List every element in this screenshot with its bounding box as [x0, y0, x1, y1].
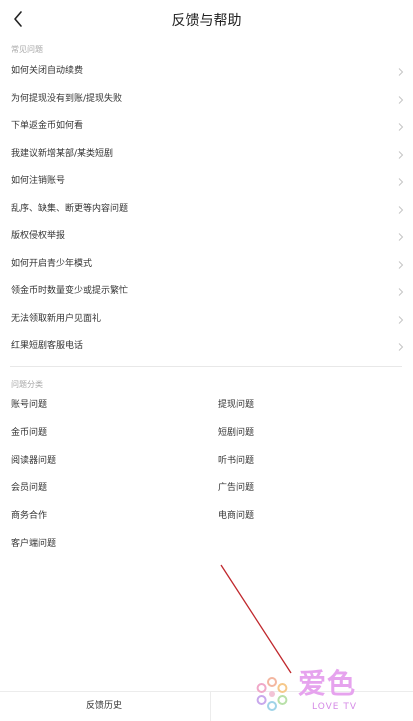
- snowflake-logo-icon: [256, 677, 288, 711]
- watermark-subtext: LOVE TV: [312, 702, 357, 712]
- watermark-text: 爱色: [298, 667, 357, 700]
- bottom-bar-separator: [210, 692, 211, 721]
- watermark: 爱色 LOVE TV: [252, 668, 412, 720]
- annotation-arrow-line: [220, 564, 292, 674]
- feedback-history-button[interactable]: 反馈历史: [0, 692, 208, 721]
